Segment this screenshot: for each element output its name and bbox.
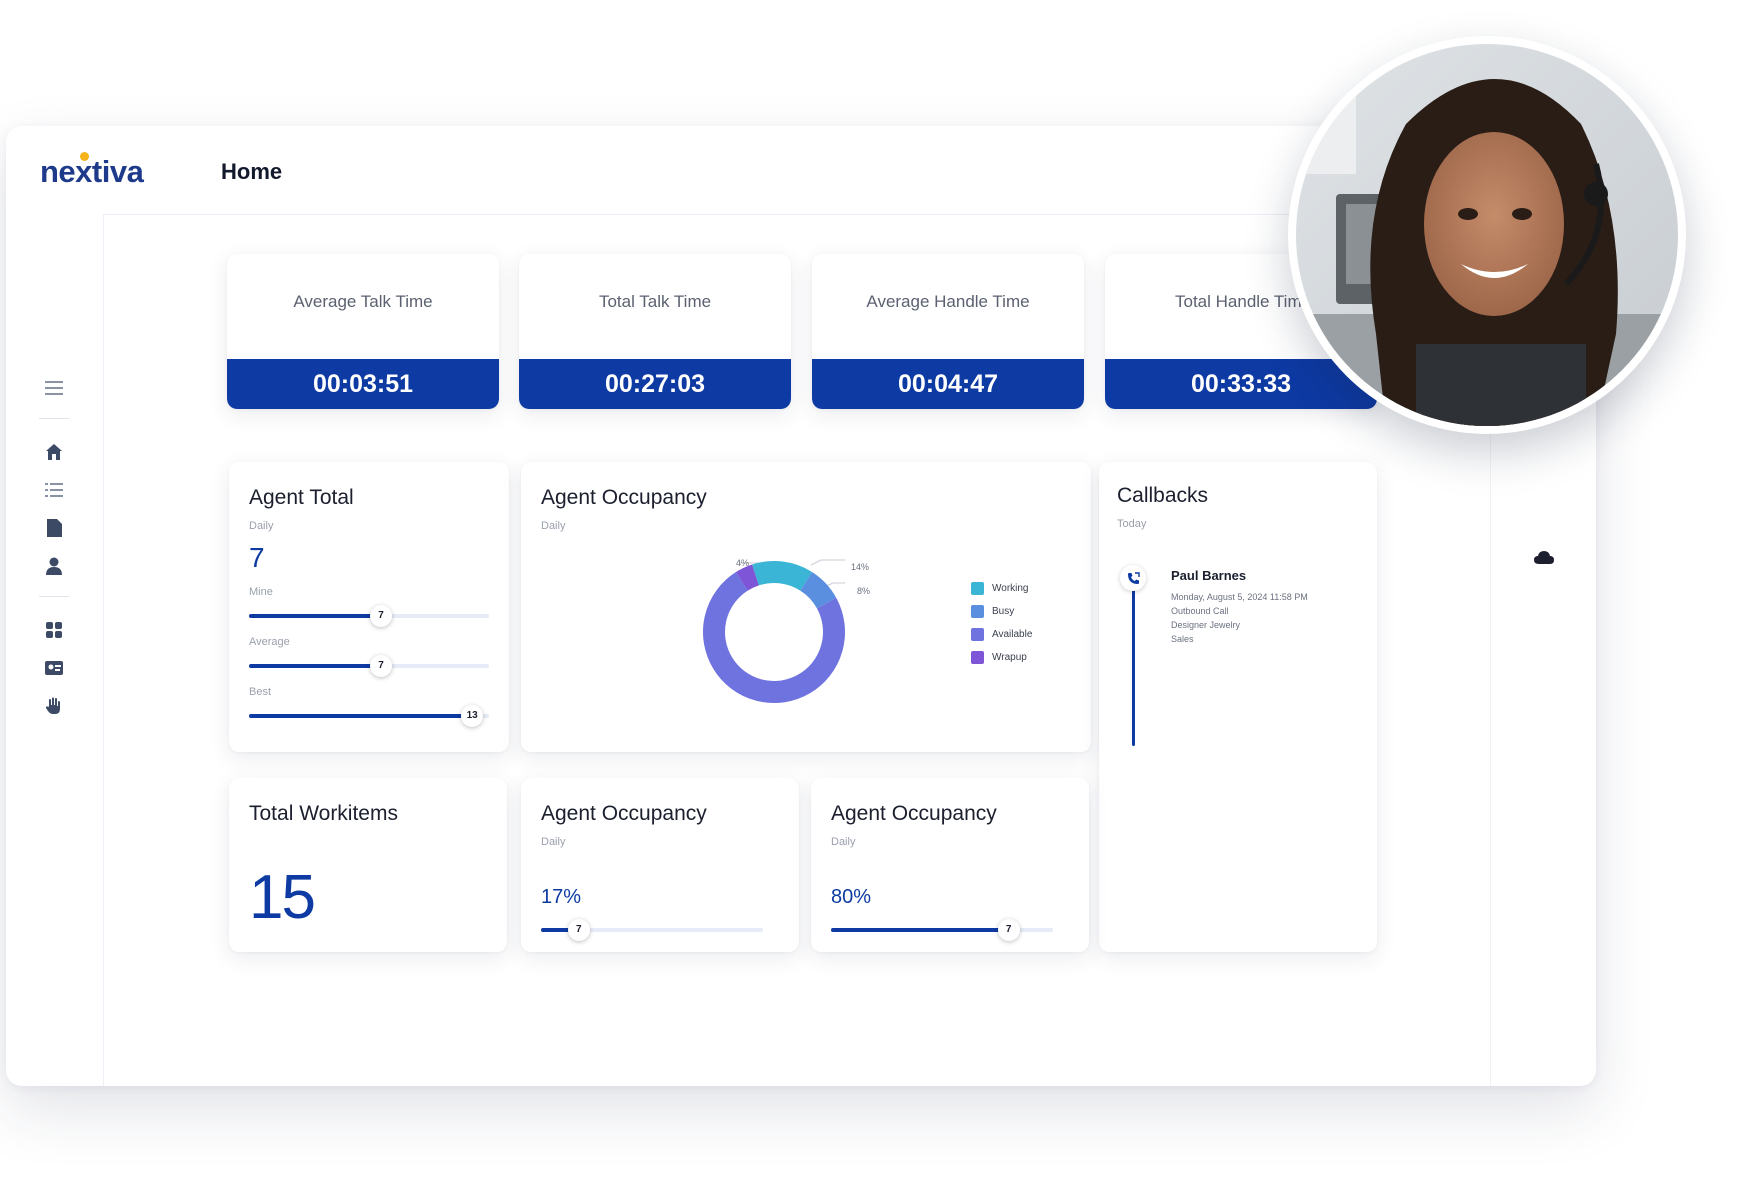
legend-item: Available (971, 628, 1032, 641)
occupancy-percent: 17% (541, 886, 582, 908)
label-leader-line (810, 559, 845, 566)
agent-total-value: 7 (249, 542, 265, 573)
callback-department: Sales (1171, 634, 1194, 644)
logo-text: nextiva (40, 154, 144, 189)
donut-slice-busy (799, 572, 837, 609)
card-period: Today (1117, 518, 1147, 530)
callbacks-card: Callbacks Today Paul Barnes Monday, Augu… (1099, 462, 1377, 952)
progress-knob[interactable]: 13 (461, 705, 484, 727)
metric-label: Total Talk Time (598, 292, 712, 311)
legend-item: Working (971, 582, 1029, 595)
menu-icon[interactable] (42, 376, 66, 400)
callback-type: Outbound Call (1171, 606, 1229, 616)
card-title: Total Workitems (249, 802, 398, 825)
workitems-value: 15 (249, 863, 316, 932)
card-period: Daily (249, 520, 274, 532)
donut-label: 14% (851, 562, 870, 572)
metric-value: 00:03:51 (227, 359, 499, 409)
callback-datetime: Monday, August 5, 2024 11:58 PM (1171, 592, 1308, 602)
progress-track: 7 (249, 655, 489, 677)
legend-swatch (971, 582, 984, 595)
donut-slice-working (752, 561, 813, 591)
page-title: Home (221, 159, 283, 184)
progress-knob[interactable]: 7 (370, 605, 392, 627)
document-icon[interactable] (42, 516, 66, 540)
metric-card: Average Talk Time 00:03:51 (227, 254, 499, 409)
progress-track: 7 (249, 605, 489, 627)
agent-portrait (1288, 36, 1686, 434)
progress-track: 7 (831, 919, 1053, 941)
nextiva-logo[interactable]: nextiva (40, 152, 144, 190)
metric-label: Average Handle Time (866, 292, 1030, 311)
total-workitems-card: Total Workitems 15 (229, 778, 507, 952)
legend-swatch (971, 605, 984, 618)
progress-knob[interactable]: 7 (997, 919, 1020, 941)
legend-swatch (971, 628, 984, 641)
legend-item: Busy (971, 605, 1014, 618)
sidebar-divider (39, 418, 69, 419)
progress-fill (831, 928, 1009, 932)
timeline-line (1132, 582, 1135, 746)
hand-icon[interactable] (42, 694, 66, 718)
occupancy-percent: 80% (831, 886, 872, 908)
list-icon[interactable] (42, 478, 66, 502)
progress-knob[interactable]: 7 (370, 655, 392, 677)
agent-total-card: Agent Total Daily 7 Mine 7 Average 7 Bes… (229, 462, 509, 752)
legend-label: Wrapup (992, 652, 1027, 663)
progress-fill (249, 664, 381, 668)
logo-dot (80, 152, 89, 161)
metric-value: 00:27:03 (519, 359, 791, 409)
metric-label: Average Talk Time (293, 292, 433, 311)
sidebar-divider (39, 596, 69, 597)
callback-company: Designer Jewelry (1171, 620, 1241, 630)
agent-occupancy-chart-card: Agent Occupancy Daily 4% 14% 8% Working … (521, 462, 1091, 752)
metric-card: Total Talk Time 00:27:03 (519, 254, 791, 409)
legend-swatch (971, 651, 984, 664)
metric-value: 00:04:47 (812, 359, 1084, 409)
agent-photo-illustration (1296, 44, 1678, 426)
bar-label: Average (249, 636, 290, 648)
card-title: Agent Occupancy (541, 802, 707, 825)
legend-label: Available (992, 629, 1033, 640)
legend-item: Wrapup (971, 651, 1027, 664)
contact-card-icon[interactable] (42, 656, 66, 680)
agent-occupancy-card: Agent Occupancy Daily 17% 7 (521, 778, 799, 952)
donut-label: 8% (857, 586, 871, 596)
agent-occupancy-card: Agent Occupancy Daily 80% 7 (811, 778, 1089, 952)
card-title: Callbacks (1117, 484, 1209, 507)
card-title: Agent Occupancy (831, 802, 997, 825)
metric-card: Average Handle Time 00:04:47 (812, 254, 1084, 409)
sidebar (6, 214, 104, 1086)
progress-track: 7 (541, 919, 763, 941)
progress-track: 13 (249, 705, 489, 727)
donut-slice-wrapup (735, 564, 760, 591)
card-period: Daily (541, 836, 566, 848)
user-icon[interactable] (42, 554, 66, 578)
card-period: Daily (831, 836, 856, 848)
card-title: Agent Total (249, 486, 354, 509)
legend-label: Busy (992, 606, 1015, 617)
progress-fill (249, 714, 473, 718)
cloud-icon[interactable] (1534, 550, 1554, 569)
donut-label: 4% (736, 558, 750, 568)
progress-knob[interactable]: 7 (567, 919, 590, 941)
callback-name[interactable]: Paul Barnes (1171, 568, 1246, 583)
legend-label: Working (992, 583, 1029, 594)
apps-grid-icon[interactable] (42, 618, 66, 642)
phone-outbound-icon[interactable] (1120, 565, 1146, 591)
metric-value: 00:33:33 (1105, 359, 1377, 409)
bar-label: Best (249, 686, 272, 698)
agent-photo (1296, 44, 1678, 426)
home-icon[interactable] (42, 440, 66, 464)
progress-fill (249, 614, 381, 618)
bar-label: Mine (249, 586, 273, 598)
